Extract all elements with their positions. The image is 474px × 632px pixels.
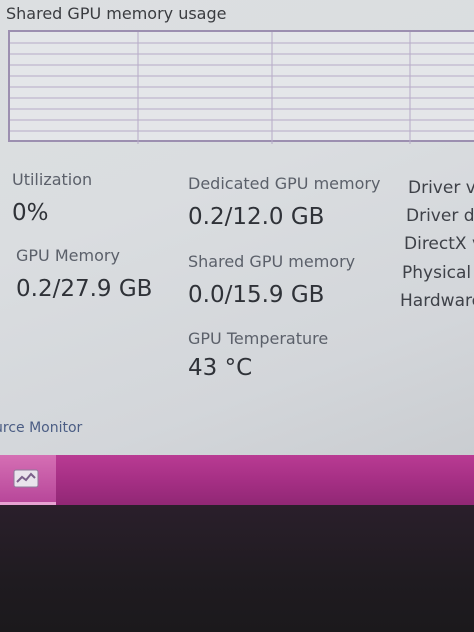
task-manager-window: Shared GPU memory usage Utilization 0% G… [0,0,474,470]
shared-memory-value: 0.0/15.9 GB [188,282,325,308]
detail-hardware-reserved: Hardware [400,291,474,311]
monitor-bezel [0,505,474,632]
open-resource-monitor-link[interactable]: urce Monitor [0,420,82,436]
dedicated-memory-value: 0.2/12.0 GB [188,204,325,230]
detail-driver-version: Driver v [408,178,474,198]
detail-directx-version: DirectX v [404,234,474,254]
utilization-value: 0% [12,200,49,226]
task-manager-icon [13,469,39,488]
taskbar-task-manager-button[interactable] [0,455,56,505]
chart-title: Shared GPU memory usage [6,4,227,23]
detail-driver-date: Driver d [406,206,474,226]
utilization-label: Utilization [12,170,93,189]
shared-memory-label: Shared GPU memory [188,252,356,271]
shared-gpu-memory-graph [8,30,474,144]
gpu-temperature-value: 43 °C [188,355,253,381]
detail-physical-location: Physical [402,263,472,283]
photo-frame: Shared GPU memory usage Utilization 0% G… [0,0,474,632]
gpu-memory-value: 0.2/27.9 GB [16,276,153,302]
gpu-temperature-label: GPU Temperature [188,329,329,348]
graph-grid [10,32,474,144]
dedicated-memory-label: Dedicated GPU memory [188,174,381,193]
gpu-memory-label: GPU Memory [16,246,120,265]
